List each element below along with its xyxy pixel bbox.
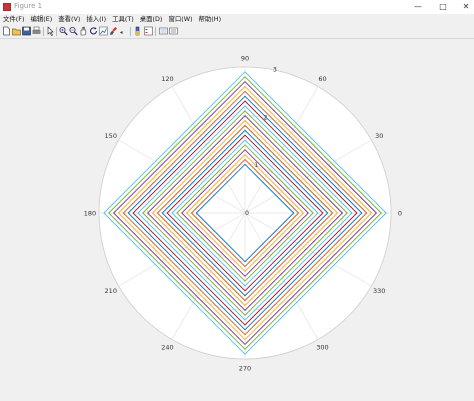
- hide-plot-tools-icon[interactable]: [159, 26, 168, 36]
- menu-view[interactable]: 查看(V): [55, 14, 83, 25]
- toolbar-separator: [130, 27, 131, 36]
- insert-colorbar-icon[interactable]: [134, 26, 143, 36]
- menu-bar: 文件(F) 编辑(E) 查看(V) 插入(I) 工具(T) 桌面(D) 窗口(W) 帮助(H): [0, 14, 474, 25]
- edit-plot-icon[interactable]: [46, 26, 55, 36]
- save-icon[interactable]: [22, 26, 31, 36]
- toolbar-separator: [56, 27, 57, 36]
- r-tick-label: 0: [245, 210, 249, 217]
- insert-legend-icon[interactable]: [144, 26, 153, 36]
- minimize-icon[interactable]: —: [411, 1, 425, 13]
- menu-file[interactable]: 文件(F): [0, 14, 27, 25]
- title-bar: Figure 1 — □ ✕: [0, 0, 474, 14]
- theta-tick-label: 90: [241, 54, 249, 62]
- toolbar-separator: [43, 27, 44, 36]
- r-tick-label: 3: [273, 67, 277, 74]
- theta-tick-label: 210: [105, 287, 117, 295]
- menu-tools[interactable]: 工具(T): [109, 14, 137, 25]
- new-figure-icon[interactable]: [2, 26, 11, 36]
- window-title: Figure 1: [14, 2, 43, 10]
- menu-window[interactable]: 窗口(W): [165, 14, 195, 25]
- r-tick-label: 2: [264, 114, 268, 121]
- theta-tick-label: 120: [161, 75, 173, 83]
- menu-insert[interactable]: 插入(I): [83, 14, 109, 25]
- figure-toolbar: [0, 25, 474, 39]
- polar-axes[interactable]: 0 30 60 90 120 150 180 210 240 270 300 330 0 1 2 3: [0, 39, 474, 401]
- open-icon[interactable]: [12, 26, 21, 36]
- matlab-figure-icon: [3, 3, 11, 11]
- theta-tick-label: 240: [161, 344, 173, 352]
- r-tick-label: 1: [254, 162, 258, 169]
- close-icon[interactable]: ✕: [459, 1, 473, 13]
- theta-tick-label: 180: [84, 209, 96, 217]
- theta-tick-label: 60: [318, 75, 326, 83]
- brush-icon[interactable]: [109, 26, 118, 36]
- print-icon[interactable]: [32, 26, 41, 36]
- maximize-icon[interactable]: □: [436, 1, 450, 13]
- theta-tick-label: 30: [375, 132, 383, 140]
- zoom-out-icon[interactable]: [69, 26, 78, 36]
- toolbar-separator: [155, 27, 156, 36]
- data-cursor-icon[interactable]: [99, 26, 108, 36]
- menu-desktop[interactable]: 桌面(D): [137, 14, 166, 25]
- theta-tick-label: 300: [316, 344, 328, 352]
- zoom-in-icon[interactable]: [59, 26, 68, 36]
- show-plot-tools-icon[interactable]: [169, 26, 178, 36]
- pan-icon[interactable]: [79, 26, 88, 36]
- theta-tick-label: 270: [239, 364, 251, 372]
- theta-tick-label: 330: [373, 287, 385, 295]
- menu-help[interactable]: 帮助(H): [196, 14, 225, 25]
- link-icon[interactable]: [118, 26, 127, 36]
- rotate-icon[interactable]: [89, 26, 98, 36]
- theta-tick-label: 0: [398, 209, 402, 217]
- theta-tick-label: 150: [105, 132, 117, 140]
- menu-edit[interactable]: 编辑(E): [27, 14, 55, 25]
